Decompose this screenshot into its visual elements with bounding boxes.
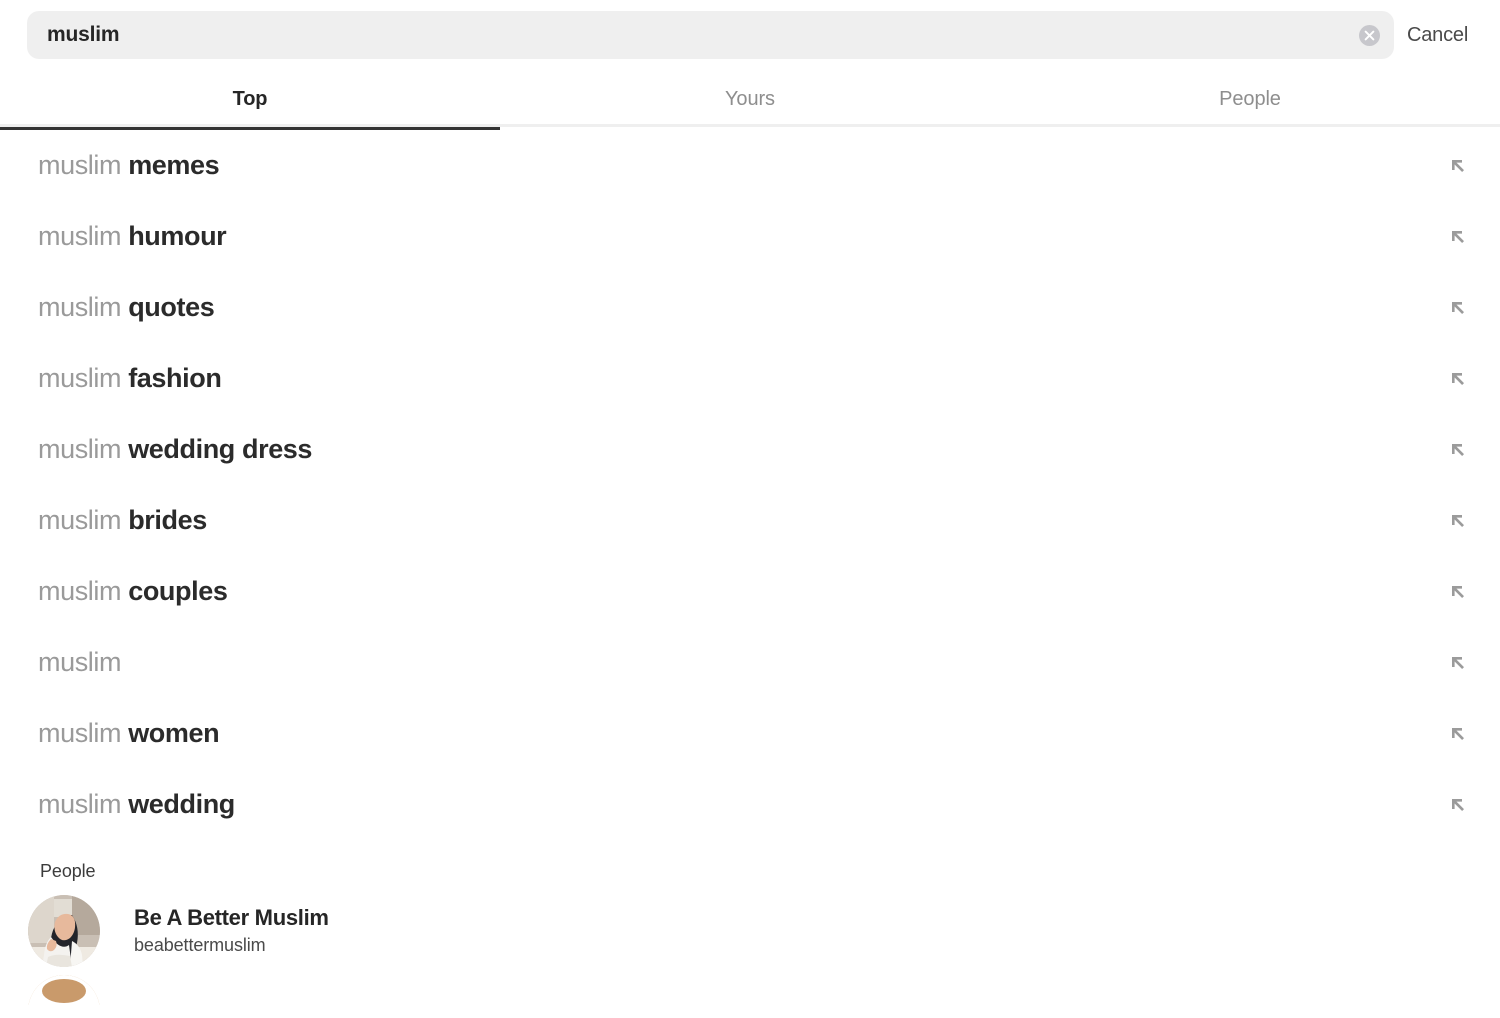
- arrow-north-west-icon[interactable]: [1448, 369, 1468, 389]
- people-section: People Be A Better Muslim beabettermusli…: [0, 855, 1500, 1005]
- avatar: [28, 975, 100, 1005]
- suggestion-row[interactable]: muslim humour: [0, 201, 1500, 272]
- suggestion-label: muslim quotes: [38, 292, 215, 322]
- arrow-north-west-icon[interactable]: [1448, 511, 1468, 531]
- person-handle: beabettermuslim: [134, 935, 266, 956]
- person-result-row[interactable]: [0, 975, 1500, 1005]
- suggestion-row[interactable]: muslim brides: [0, 485, 1500, 556]
- arrow-north-west-icon[interactable]: [1448, 227, 1468, 247]
- suggestion-label: muslim brides: [38, 505, 207, 535]
- arrow-north-west-icon[interactable]: [1448, 156, 1468, 176]
- arrow-north-west-icon[interactable]: [1448, 440, 1468, 460]
- arrow-north-west-icon[interactable]: [1448, 795, 1468, 815]
- suggestion-label: muslim fashion: [38, 363, 222, 393]
- suggestion-label: muslim: [38, 647, 122, 677]
- tab-yours[interactable]: Yours: [500, 72, 1000, 127]
- suggestion-label: muslim couples: [38, 576, 228, 606]
- suggestion-label: muslim humour: [38, 221, 227, 251]
- suggestion-row[interactable]: muslim: [0, 627, 1500, 698]
- suggestion-row[interactable]: muslim memes: [0, 130, 1500, 201]
- cancel-button[interactable]: Cancel: [1407, 11, 1468, 59]
- people-section-header: People: [40, 860, 96, 881]
- suggestion-label: muslim women: [38, 718, 220, 748]
- clear-icon[interactable]: [1359, 24, 1380, 46]
- arrow-north-west-icon[interactable]: [1448, 653, 1468, 673]
- arrow-north-west-icon[interactable]: [1448, 582, 1468, 602]
- search-bar: Cancel: [0, 11, 1500, 59]
- suggestion-label: muslim wedding: [38, 789, 235, 819]
- suggestion-label: muslim wedding dress: [38, 434, 313, 464]
- search-input[interactable]: [47, 23, 1359, 47]
- suggestion-row[interactable]: muslim quotes: [0, 272, 1500, 343]
- suggestion-row[interactable]: muslim wedding: [0, 769, 1500, 840]
- suggestion-row[interactable]: muslim wedding dress: [0, 414, 1500, 485]
- arrow-north-west-icon[interactable]: [1448, 724, 1468, 744]
- suggestion-row[interactable]: muslim fashion: [0, 343, 1500, 414]
- person-result-row[interactable]: Be A Better Muslim beabettermuslim: [0, 887, 1500, 975]
- arrow-north-west-icon[interactable]: [1448, 298, 1468, 318]
- avatar: [28, 895, 100, 967]
- search-tabs: Top Yours People: [0, 72, 1500, 130]
- suggestion-label: muslim memes: [38, 150, 220, 180]
- suggestion-row[interactable]: muslim couples: [0, 556, 1500, 627]
- person-text: Be A Better Muslim beabettermuslim: [134, 903, 329, 960]
- search-field[interactable]: [27, 11, 1394, 59]
- suggestion-row[interactable]: muslim women: [0, 698, 1500, 769]
- tab-people[interactable]: People: [1000, 72, 1500, 127]
- person-name: Be A Better Muslim: [134, 904, 329, 930]
- suggestion-list: muslim memes muslim humour muslim quotes…: [0, 130, 1500, 840]
- tab-top[interactable]: Top: [0, 72, 500, 130]
